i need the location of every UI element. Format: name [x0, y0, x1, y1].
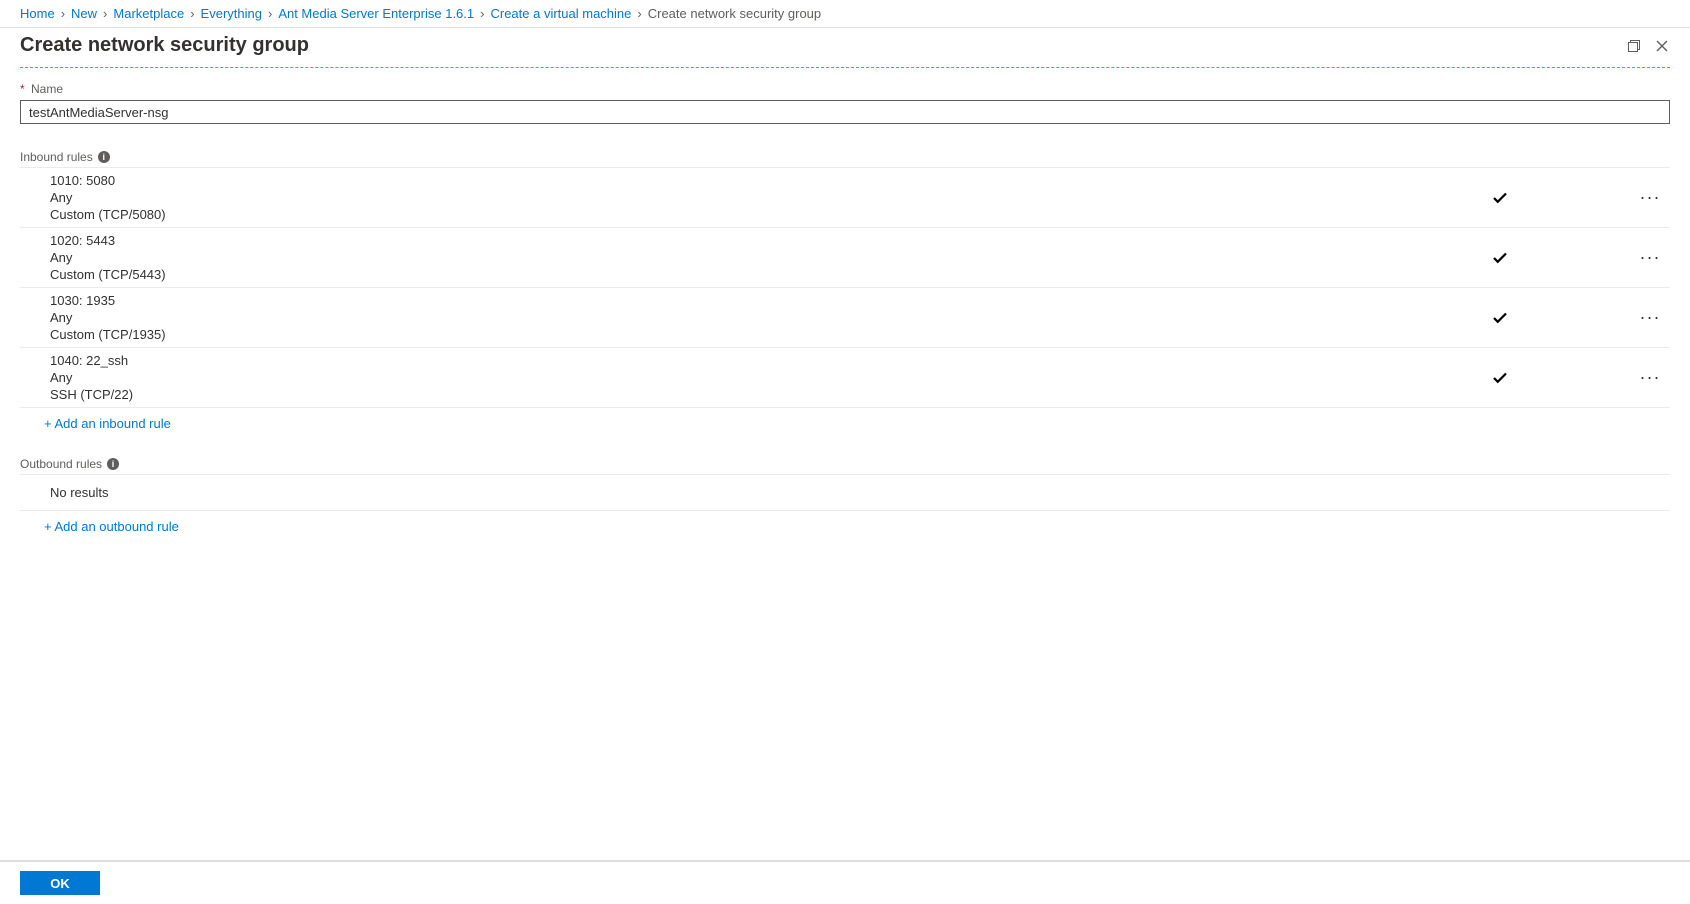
- info-icon[interactable]: i: [98, 151, 110, 163]
- rule-more-icon[interactable]: ···: [1630, 247, 1670, 268]
- rule-more-icon[interactable]: ···: [1630, 367, 1670, 388]
- inbound-rule-row[interactable]: 1030: 1935 Any Custom (TCP/1935) ···: [20, 288, 1670, 348]
- restore-window-icon[interactable]: [1626, 38, 1642, 54]
- breadcrumb-everything[interactable]: Everything: [201, 6, 262, 21]
- dashed-divider: [20, 67, 1670, 68]
- rule-priority-name: 1020: 5443: [50, 232, 1370, 249]
- rule-more-icon[interactable]: ···: [1630, 307, 1670, 328]
- chevron-right-icon: ›: [61, 6, 65, 21]
- name-input[interactable]: [20, 100, 1670, 124]
- ok-button[interactable]: OK: [20, 871, 100, 895]
- rule-source: Any: [50, 189, 1370, 206]
- breadcrumb-product[interactable]: Ant Media Server Enterprise 1.6.1: [278, 6, 474, 21]
- outbound-rules-heading: Outbound rules i: [20, 457, 1670, 471]
- name-label-text: Name: [31, 82, 63, 96]
- outbound-no-results: No results: [20, 474, 1670, 511]
- add-outbound-rule-link[interactable]: + Add an outbound rule: [20, 511, 179, 534]
- rule-source: Any: [50, 309, 1370, 326]
- rule-protocol: SSH (TCP/22): [50, 386, 1370, 403]
- rule-protocol: Custom (TCP/5443): [50, 266, 1370, 283]
- allow-check-icon: [1370, 189, 1630, 207]
- chevron-right-icon: ›: [480, 6, 484, 21]
- outbound-rules-label: Outbound rules: [20, 457, 102, 471]
- breadcrumb-home[interactable]: Home: [20, 6, 55, 21]
- footer-bar: OK: [0, 860, 1690, 904]
- inbound-rule-row[interactable]: 1040: 22_ssh Any SSH (TCP/22) ···: [20, 348, 1670, 408]
- allow-check-icon: [1370, 249, 1630, 267]
- allow-check-icon: [1370, 369, 1630, 387]
- inbound-rule-row[interactable]: 1020: 5443 Any Custom (TCP/5443) ···: [20, 228, 1670, 288]
- page-title: Create network security group: [20, 34, 309, 57]
- allow-check-icon: [1370, 309, 1630, 327]
- rule-source: Any: [50, 249, 1370, 266]
- required-asterisk: *: [20, 82, 25, 96]
- rule-priority-name: 1010: 5080: [50, 172, 1370, 189]
- name-label: * Name: [20, 82, 1670, 96]
- breadcrumb-marketplace[interactable]: Marketplace: [113, 6, 184, 21]
- breadcrumb-current: Create network security group: [648, 6, 821, 21]
- rule-priority-name: 1030: 1935: [50, 292, 1370, 309]
- inbound-rules-heading: Inbound rules i: [20, 150, 1670, 164]
- inbound-rules-label: Inbound rules: [20, 150, 93, 164]
- close-icon[interactable]: [1654, 38, 1670, 54]
- rule-more-icon[interactable]: ···: [1630, 187, 1670, 208]
- chevron-right-icon: ›: [637, 6, 641, 21]
- rule-priority-name: 1040: 22_ssh: [50, 352, 1370, 369]
- info-icon[interactable]: i: [107, 458, 119, 470]
- inbound-rule-row[interactable]: 1010: 5080 Any Custom (TCP/5080) ···: [20, 168, 1670, 228]
- inbound-rules-list: 1010: 5080 Any Custom (TCP/5080) ··· 102…: [20, 167, 1670, 408]
- chevron-right-icon: ›: [103, 6, 107, 21]
- breadcrumb-new[interactable]: New: [71, 6, 97, 21]
- chevron-right-icon: ›: [190, 6, 194, 21]
- page-header: Create network security group: [0, 28, 1690, 59]
- breadcrumb-create-vm[interactable]: Create a virtual machine: [490, 6, 631, 21]
- rule-protocol: Custom (TCP/5080): [50, 206, 1370, 223]
- rule-source: Any: [50, 369, 1370, 386]
- breadcrumb: Home › New › Marketplace › Everything › …: [0, 0, 1690, 28]
- chevron-right-icon: ›: [268, 6, 272, 21]
- add-inbound-rule-link[interactable]: + Add an inbound rule: [20, 408, 171, 431]
- rule-protocol: Custom (TCP/1935): [50, 326, 1370, 343]
